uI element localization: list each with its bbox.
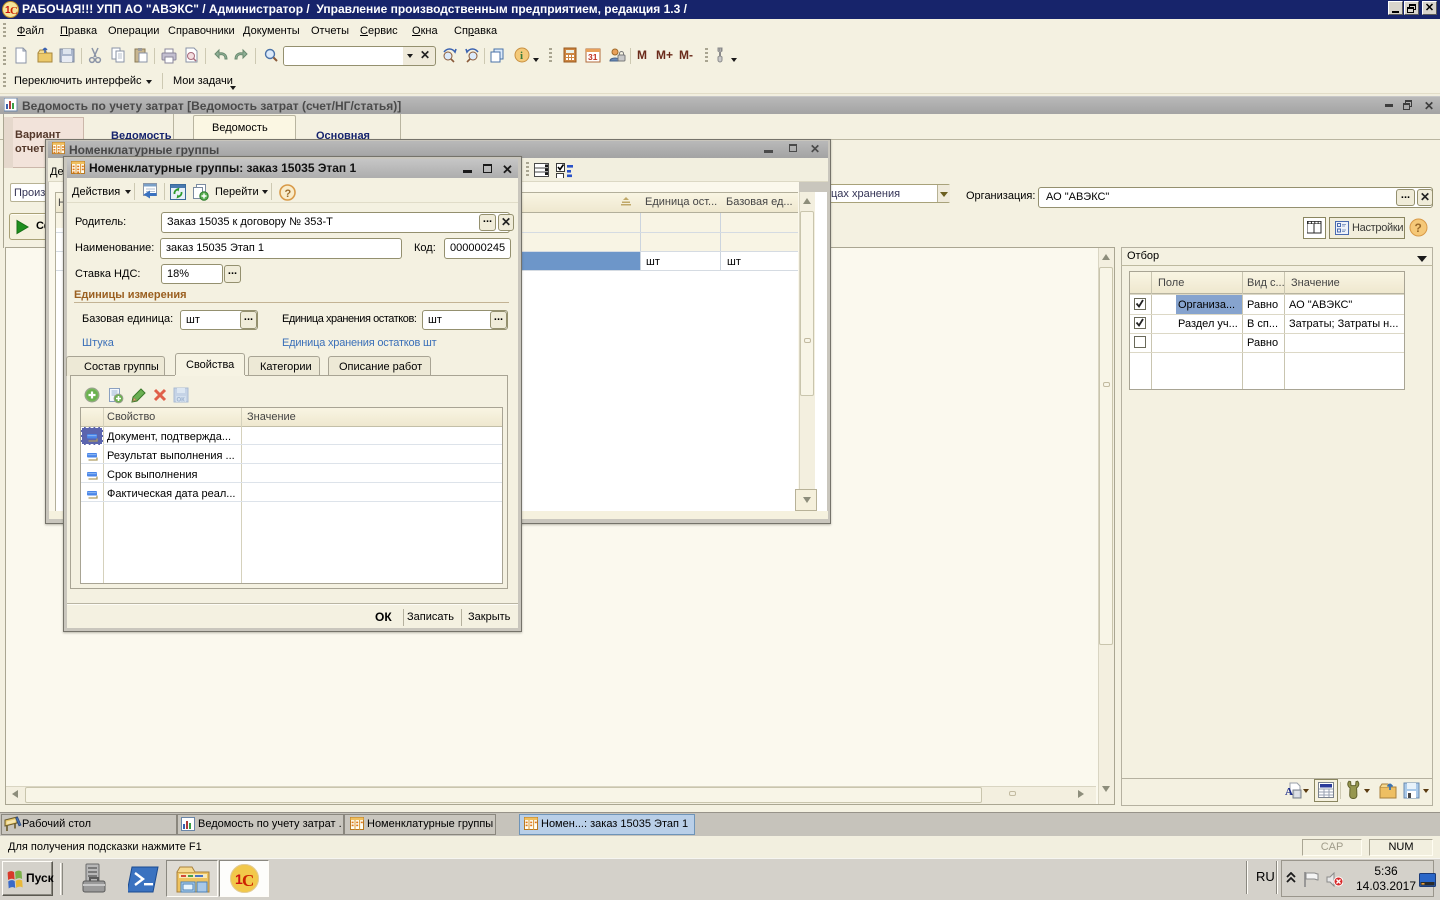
svg-text:A: A xyxy=(1285,786,1293,798)
svg-text:ОК: ОК xyxy=(177,398,186,404)
svg-text:?: ? xyxy=(285,188,292,200)
svg-text:31: 31 xyxy=(588,52,598,62)
svg-text:i: i xyxy=(520,50,523,62)
svg-text:C: C xyxy=(10,5,18,17)
svg-text:C: C xyxy=(242,871,254,890)
svg-text:?: ? xyxy=(1415,221,1422,235)
